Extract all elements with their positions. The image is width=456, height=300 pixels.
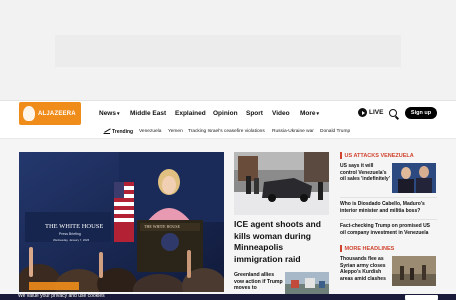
- aleppo-photo-drawing: [392, 256, 436, 286]
- chevron-down-icon: ▾: [316, 111, 320, 117]
- section-heading-more-headlines[interactable]: MORE HEADLINES: [340, 245, 394, 252]
- story-image-ice[interactable]: [234, 152, 329, 215]
- section-heading-venezuela[interactable]: US ATTACKS VENEZUELA: [340, 152, 414, 159]
- section-heading-label: US ATTACKS VENEZUELA: [344, 152, 414, 159]
- live-label: LIVE: [369, 109, 384, 116]
- nav-item-label: News: [99, 110, 116, 117]
- cookie-banner-text: We value your privacy and use cookies: [18, 293, 105, 299]
- trending-item-donald-trump[interactable]: Donald Trump: [320, 129, 350, 134]
- nav-item-video[interactable]: Video: [272, 110, 290, 117]
- trending-icon: [103, 129, 110, 134]
- nav-item-middle-east[interactable]: Middle East: [130, 110, 166, 117]
- advertisement-placeholder[interactable]: [55, 35, 401, 67]
- nav-item-label: More: [300, 110, 316, 117]
- sidebar-story-oil-sales[interactable]: US says it will control Venezuela's oil …: [340, 163, 390, 183]
- section-accent-bar: [340, 245, 342, 252]
- section-heading-label: MORE HEADLINES: [344, 245, 395, 252]
- logo-text: ALJAZEERA: [38, 110, 76, 117]
- cookie-accept-button[interactable]: [405, 295, 438, 300]
- oil-sales-photo-drawing: [392, 163, 436, 193]
- sidebar-story-aleppo[interactable]: Thousands flee as Syrian army closes Ale…: [340, 256, 390, 282]
- hero-photo-drawing: [19, 152, 224, 292]
- trending-item-yemen[interactable]: Yemen: [168, 129, 183, 134]
- search-icon[interactable]: [389, 109, 397, 117]
- trending-bar: Trending Venezuela Yemen Tracking Israel…: [0, 125, 456, 139]
- sidebar-divider: [340, 197, 437, 198]
- nav-item-opinion[interactable]: Opinion: [213, 110, 238, 117]
- section-accent-bar: [340, 152, 342, 159]
- nav-item-explained[interactable]: Explained: [175, 110, 206, 117]
- cookie-banner: We value your privacy and use cookies: [0, 293, 456, 300]
- live-button[interactable]: LIVE: [358, 108, 383, 117]
- main-navbar: ALJAZEERA News▾ Middle East Explained Op…: [0, 100, 456, 125]
- podium-date: Wednesday, January 7, 2026: [53, 238, 90, 242]
- trending-item-israel-ceasefire[interactable]: Tracking Israel's ceasefire violations: [188, 129, 265, 134]
- nav-item-more[interactable]: More▾: [300, 110, 319, 117]
- hero-image[interactable]: THE WHITE HOUSE Press Briefing Wednesday…: [19, 152, 224, 292]
- sidebar-thumb-aleppo[interactable]: [392, 256, 436, 286]
- advertisement-area: [0, 0, 456, 100]
- trending-item-venezuela[interactable]: Venezuela: [139, 129, 161, 134]
- podium-title: THE WHITE HOUSE: [45, 223, 104, 230]
- logo-emblem-icon: [23, 106, 35, 121]
- sidebar-divider: [340, 219, 437, 220]
- play-icon: [358, 108, 367, 117]
- sidebar-story-cabello[interactable]: Who is Diosdado Cabello, Maduro's interi…: [340, 201, 437, 214]
- chevron-down-icon: ▾: [116, 111, 120, 117]
- nav-item-news[interactable]: News▾: [99, 110, 120, 117]
- trending-item-russia-ukraine[interactable]: Russia-Ukraine war: [272, 129, 314, 134]
- podium-subtitle: Press Briefing: [59, 232, 81, 236]
- sub-story-headline[interactable]: Greenland allies vow action if Trump mov…: [234, 272, 284, 292]
- signup-button[interactable]: Sign up: [405, 107, 437, 119]
- ice-photo-drawing: [234, 152, 329, 215]
- sidebar-thumb-oil-sales[interactable]: [392, 163, 436, 193]
- lectern-text: THE WHITE HOUSE: [144, 224, 180, 229]
- nav-item-sport[interactable]: Sport: [246, 110, 263, 117]
- sidebar-story-fact-check[interactable]: Fact-checking Trump on promised US oil c…: [340, 223, 437, 236]
- main-story-headline[interactable]: ICE agent shoots and kills woman during …: [234, 219, 334, 265]
- trending-label: Trending: [112, 128, 134, 135]
- site-logo[interactable]: ALJAZEERA: [19, 102, 81, 125]
